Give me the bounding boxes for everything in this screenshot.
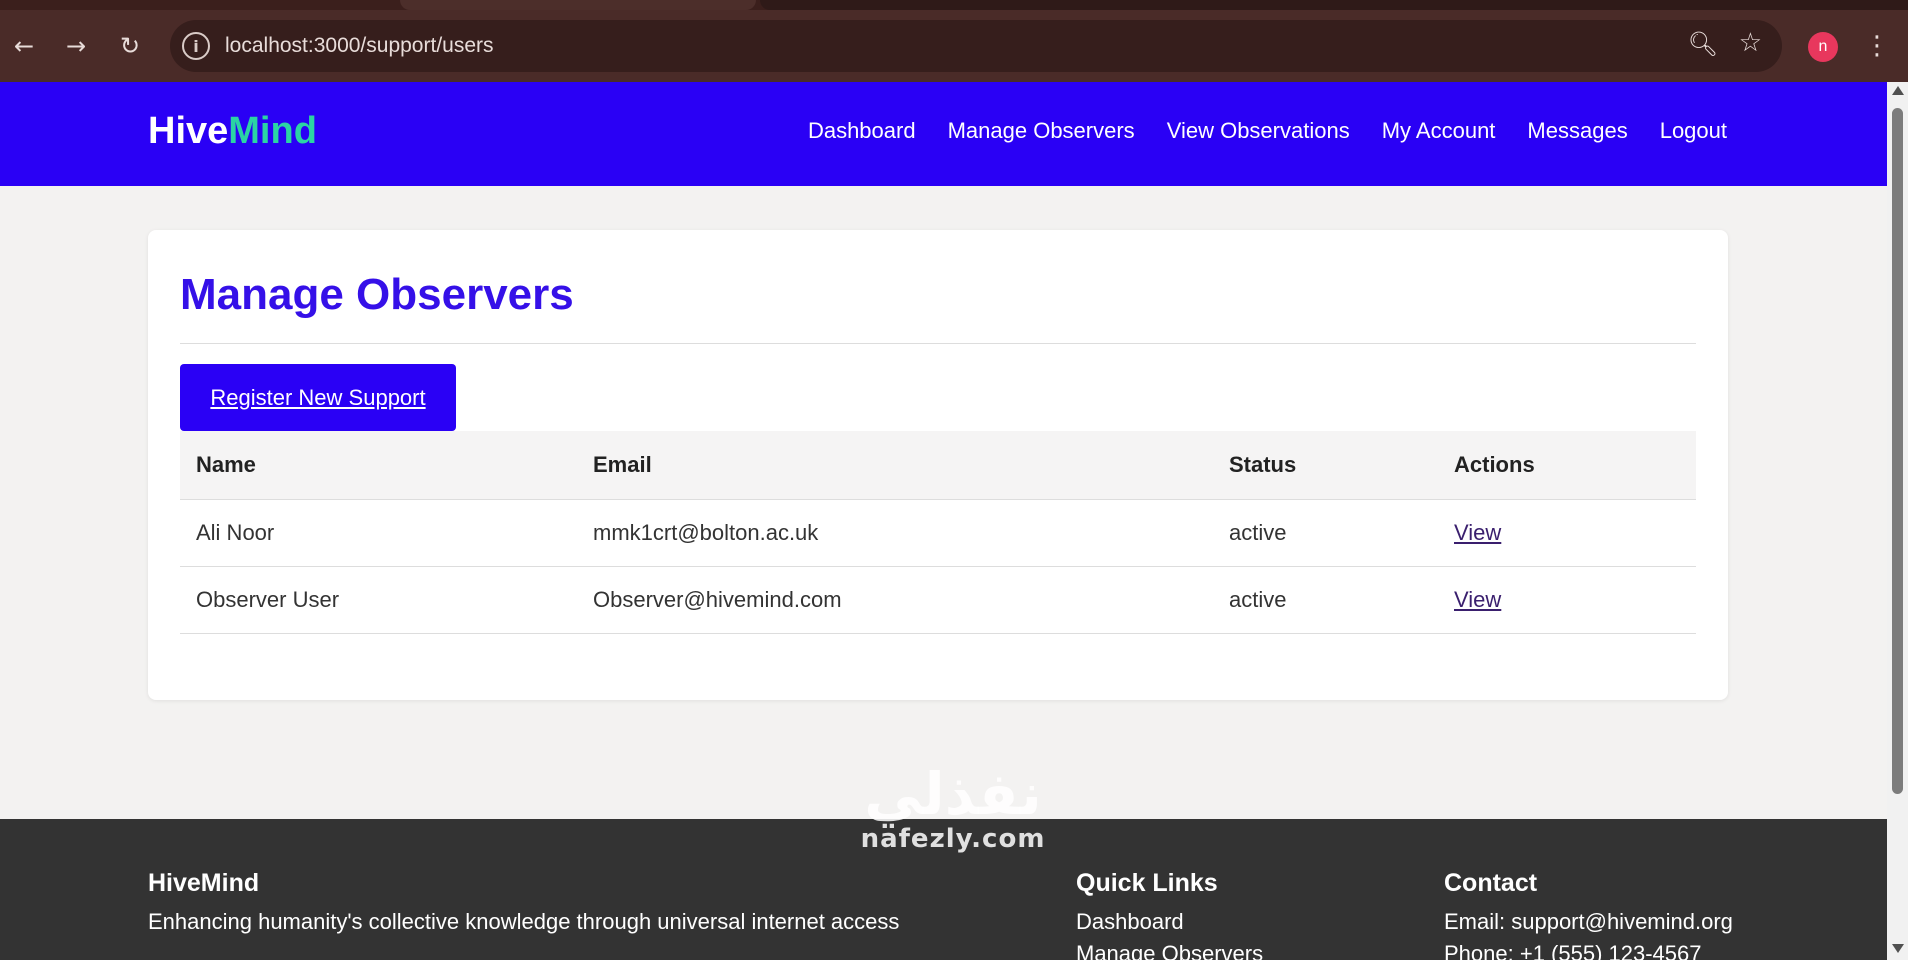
scroll-thumb[interactable] (1892, 108, 1903, 794)
footer-about: HiveMind Enhancing humanity's collective… (148, 869, 899, 938)
status-badge: active (1213, 499, 1438, 567)
back-icon[interactable]: ← (6, 28, 42, 64)
nav-manage-observers[interactable]: Manage Observers (948, 118, 1135, 144)
page-viewport: HiveMind Dashboard Manage Observers View… (0, 82, 1887, 960)
table-row: Observer User Observer@hivemind.com acti… (180, 566, 1696, 634)
url-text[interactable]: localhost:3000/support/users (225, 34, 494, 58)
cell-actions: View (1438, 499, 1696, 567)
forward-icon[interactable]: → (58, 28, 94, 64)
header-email: Email (577, 431, 1213, 500)
browser-tab-strip (0, 0, 1908, 10)
footer-link-manage-observers[interactable]: Manage Observers (1076, 938, 1263, 960)
cell-name: Observer User (180, 566, 577, 634)
kebab-menu-icon[interactable]: ⋮ (1862, 28, 1892, 64)
nav-messages[interactable]: Messages (1527, 118, 1627, 144)
reload-icon[interactable]: ↻ (112, 28, 148, 64)
cell-actions: View (1438, 566, 1696, 634)
site-footer: HiveMind Enhancing humanity's collective… (0, 819, 1887, 960)
site-header: HiveMind Dashboard Manage Observers View… (0, 82, 1887, 186)
scroll-up-arrow-icon[interactable] (1892, 86, 1904, 95)
header-status: Status (1213, 431, 1438, 500)
profile-avatar[interactable]: n (1808, 32, 1838, 62)
footer-about-heading: HiveMind (148, 869, 260, 897)
browser-tab[interactable] (400, 0, 756, 10)
footer-about-text: Enhancing humanity's collective knowledg… (148, 909, 900, 934)
cell-email: Observer@hivemind.com (577, 566, 1213, 634)
nav-logout[interactable]: Logout (1660, 118, 1727, 144)
table-header-row: Name Email Status Actions (180, 431, 1696, 500)
observers-card: Manage Observers Register New Support Na… (148, 230, 1728, 700)
footer-links-heading: Quick Links (1076, 869, 1218, 897)
cell-email: mmk1crt@bolton.ac.uk (577, 499, 1213, 567)
footer-contact-heading: Contact (1444, 869, 1538, 897)
footer-link-dashboard[interactable]: Dashboard (1076, 906, 1263, 938)
logo-text-mind: Mind (228, 110, 317, 152)
header-name: Name (180, 431, 577, 500)
zoom-icon[interactable]: 🔍︎ (1688, 30, 1718, 58)
footer-quick-links: Quick Links Dashboard Manage Observers (1076, 869, 1263, 960)
view-link[interactable]: View (1454, 520, 1501, 545)
address-bar[interactable]: i localhost:3000/support/users 🔍︎ ☆ (170, 20, 1782, 72)
main-nav: Dashboard Manage Observers View Observat… (808, 118, 1727, 144)
footer-contact-phone: Phone: +1 (555) 123-4567 (1444, 941, 1702, 960)
nav-dashboard[interactable]: Dashboard (808, 118, 916, 144)
header-actions: Actions (1438, 431, 1696, 500)
browser-toolbar: ← → ↻ i localhost:3000/support/users 🔍︎ … (0, 10, 1908, 82)
view-link[interactable]: View (1454, 587, 1501, 612)
scroll-down-arrow-icon[interactable] (1892, 944, 1904, 953)
register-new-support-button[interactable]: Register New Support (180, 364, 456, 431)
table-row: Ali Noor mmk1crt@bolton.ac.uk active Vie… (180, 499, 1696, 567)
info-icon[interactable]: i (182, 32, 210, 60)
title-divider (180, 343, 1696, 344)
users-table: Name Email Status Actions Ali Noor mmk1c… (180, 431, 1696, 634)
status-badge: active (1213, 566, 1438, 634)
cell-name: Ali Noor (180, 499, 577, 567)
footer-contact: Contact Email: support@hivemind.org Phon… (1444, 869, 1733, 960)
browser-tab-inactive[interactable] (760, 0, 1908, 10)
star-icon[interactable]: ☆ (1739, 28, 1762, 58)
nav-my-account[interactable]: My Account (1382, 118, 1496, 144)
footer-contact-email: Email: support@hivemind.org (1444, 909, 1733, 934)
logo-text-hive: Hive (148, 110, 229, 152)
nav-view-observations[interactable]: View Observations (1167, 118, 1350, 144)
page-title: Manage Observers (180, 270, 574, 319)
site-logo[interactable]: HiveMind (148, 110, 317, 153)
page-scrollbar[interactable] (1887, 82, 1908, 960)
